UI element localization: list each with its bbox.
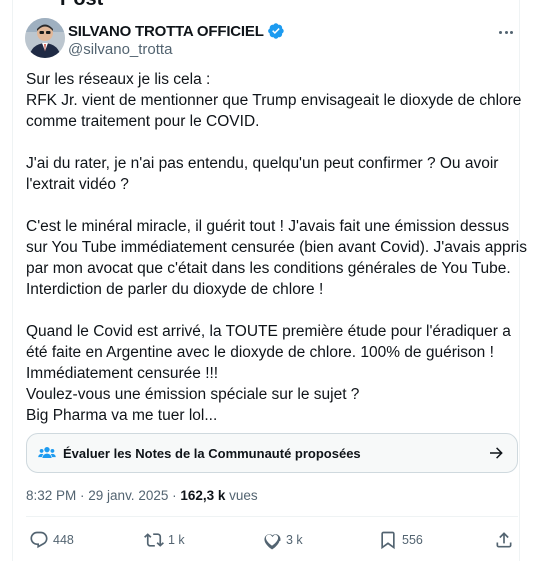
tweet-line — [26, 132, 518, 153]
bookmark-button[interactable]: 556 — [378, 530, 423, 550]
tweet-line: par mon avocat que c'était dans les cond… — [26, 260, 511, 277]
community-notes-button[interactable]: Évaluer les Notes de la Communauté propo… — [26, 433, 518, 473]
tweet-time[interactable]: 8:32 PM — [26, 488, 76, 503]
tweet-line: Interdiction de parler du dioxyde de chl… — [26, 281, 324, 298]
reply-button[interactable]: 448 — [29, 530, 74, 550]
divider — [26, 516, 518, 517]
tweet-line: Quand le Covid est arrivé, la TOUTE prem… — [26, 323, 511, 340]
frame-border-left — [12, 0, 13, 561]
bookmark-icon — [381, 531, 395, 550]
more-options-icon[interactable] — [494, 22, 518, 42]
like-button[interactable]: 3 k — [262, 530, 303, 550]
heart-icon — [264, 534, 281, 550]
tweet-meta: 8:32 PM · 29 janv. 2025 · 162,3 k vues — [26, 488, 258, 503]
share-button[interactable] — [494, 530, 514, 550]
repost-icon — [144, 533, 164, 547]
views-count: 162,3 k — [180, 488, 226, 503]
avatar-image — [25, 18, 65, 58]
tweet-line: Immédiatement censurée !!! — [26, 365, 219, 382]
verified-badge-icon[interactable] — [267, 22, 285, 40]
bookmark-count: 556 — [402, 533, 423, 547]
like-count: 3 k — [286, 533, 303, 547]
tweet-line — [26, 195, 518, 216]
author-handle[interactable]: @silvano_trotta — [68, 41, 285, 58]
repost-count: 1 k — [168, 533, 185, 547]
reply-icon — [30, 531, 48, 549]
tweet-line: l'extrait vidéo ? — [26, 176, 129, 193]
share-icon — [496, 532, 512, 548]
action-bar: 448 1 k 3 k 556 — [26, 527, 518, 553]
tweet-line: C'est le minéral miracle, il guérit tout… — [26, 218, 510, 235]
tweet-line: J'ai du rater, je n'ai pas entendu, quel… — [26, 155, 499, 172]
tweet-line: comme traitement pour le COVID. — [26, 113, 260, 130]
meta-separator: · — [76, 488, 89, 503]
tweet-line: Sur les réseaux je lis cela : — [26, 71, 211, 88]
tweet-line: Big Pharma va me tuer lol... — [26, 407, 218, 424]
tweet-text: Sur les réseaux je lis cela : RFK Jr. vi… — [26, 69, 527, 426]
frame-border-right — [519, 0, 520, 561]
tweet-header: SILVANO TROTTA OFFICIEL @silvano_trotta — [25, 18, 518, 62]
tweet-date[interactable]: 29 janv. 2025 — [88, 488, 168, 503]
community-notes-label: Évaluer les Notes de la Communauté propo… — [63, 445, 361, 461]
display-name[interactable]: SILVANO TROTTA OFFICIEL — [68, 23, 264, 40]
people-icon — [38, 447, 56, 458]
repost-button[interactable]: 1 k — [144, 530, 185, 550]
avatar[interactable] — [25, 18, 65, 58]
tweet-line — [26, 300, 518, 321]
tweet-line: été faite en Argentine avec le dioxyde d… — [26, 344, 494, 361]
meta-separator: · — [168, 488, 181, 503]
tweet-line: sur You Tube immédiatement censurée (bie… — [26, 239, 527, 256]
arrow-right-icon — [490, 447, 503, 459]
reply-count: 448 — [53, 533, 74, 547]
tweet-line: Voulez-vous une émission spéciale sur le… — [26, 386, 360, 403]
tweet-line: RFK Jr. vient de mentionner que Trump en… — [26, 92, 522, 109]
page-title: Post — [60, 0, 103, 11]
views-label: vues — [225, 488, 258, 503]
